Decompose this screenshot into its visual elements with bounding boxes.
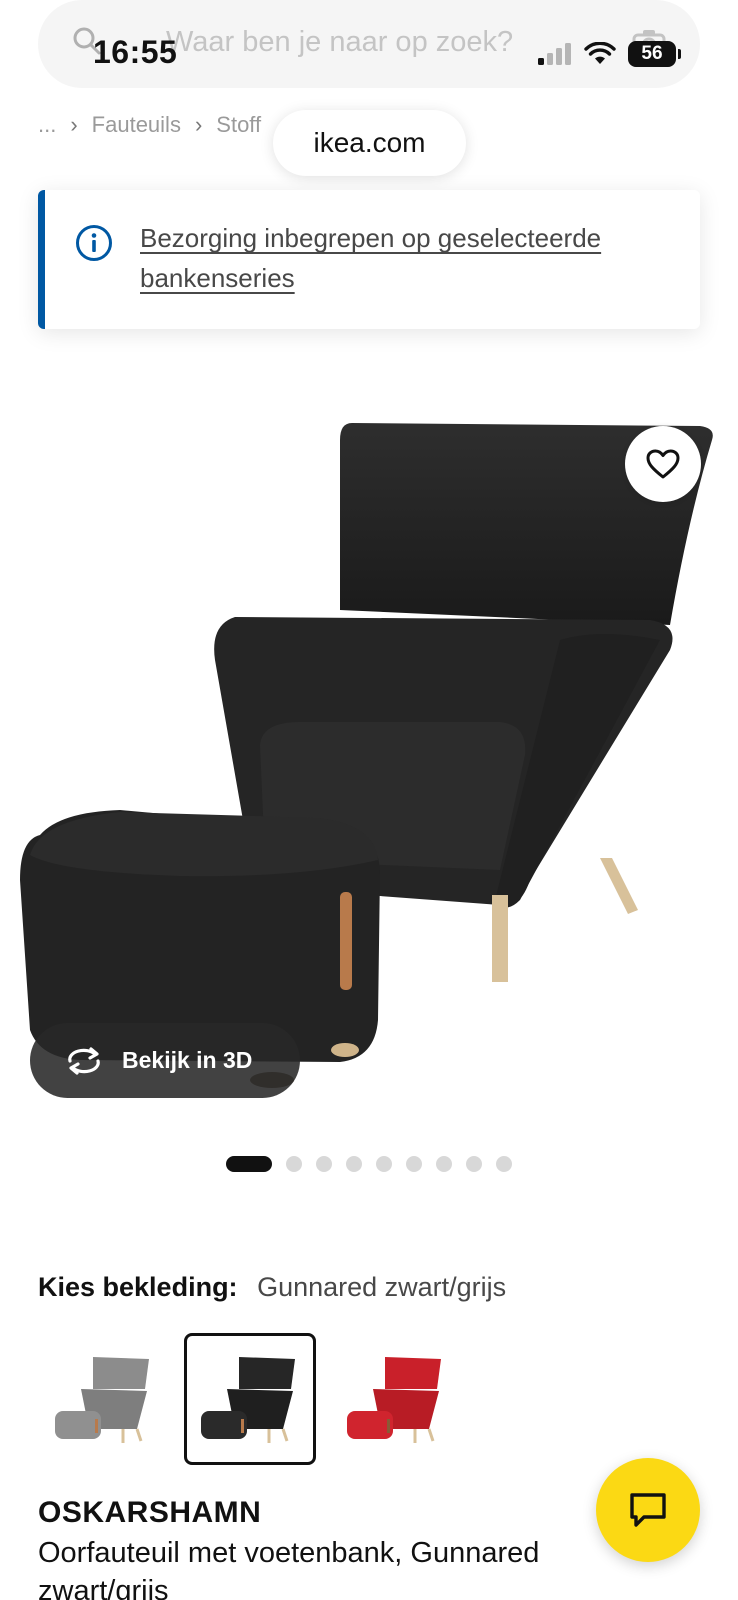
delivery-promo-link[interactable]: Bezorging inbegrepen op geselecteerde ba… (140, 218, 660, 298)
breadcrumb: ... › Fauteuils › Stoff (38, 112, 261, 138)
product-description: Oorfauteuil met voetenbank, Gunnared zwa… (38, 1537, 540, 1600)
chair-thumbnail (201, 1357, 295, 1443)
search-placeholder: Waar ben je naar op zoek? (166, 26, 514, 58)
browser-url-pill[interactable]: ikea.com (273, 110, 466, 176)
upholstery-option-red[interactable] (330, 1333, 462, 1465)
carousel-dot[interactable] (406, 1156, 422, 1172)
chevron-right-icon: › (70, 112, 78, 137)
cellular-signal-icon (538, 43, 571, 65)
breadcrumb-item-stoff[interactable]: Stoff (216, 112, 261, 138)
upholstery-selector-heading: Kies bekleding: Gunnared zwart/grijs (38, 1272, 506, 1303)
upholstery-options (38, 1333, 462, 1465)
carousel-dot[interactable] (496, 1156, 512, 1172)
breadcrumb-item-fauteuils[interactable]: Fauteuils (92, 112, 181, 138)
carousel-dot[interactable] (286, 1156, 302, 1172)
battery-indicator: 56 (628, 41, 681, 67)
info-icon (76, 225, 112, 261)
chat-support-button[interactable] (596, 1458, 700, 1562)
carousel-dot[interactable] (376, 1156, 392, 1172)
wifi-icon (584, 42, 616, 64)
heart-icon (646, 449, 680, 479)
chat-bubble-icon (630, 1493, 666, 1527)
product-name: OSKARSHAMN (38, 1496, 262, 1529)
chair-thumbnail (55, 1357, 149, 1443)
info-banner: Bezorging inbegrepen op geselecteerde ba… (38, 190, 700, 329)
rotate-3d-icon (68, 1046, 100, 1075)
carousel-dot[interactable] (436, 1156, 452, 1172)
add-to-favorites-button[interactable] (625, 426, 701, 502)
carousel-dot[interactable] (316, 1156, 332, 1172)
chevron-right-icon: › (194, 112, 203, 137)
upholstery-option-grey[interactable] (38, 1333, 170, 1465)
view-in-3d-button[interactable]: Bekijk in 3D (30, 1023, 300, 1098)
breadcrumb-item-ellipsis[interactable]: ... (38, 112, 56, 138)
status-icons: 56 (538, 40, 681, 68)
upholstery-label: Kies bekleding: (38, 1272, 238, 1302)
carousel-dot[interactable] (226, 1156, 272, 1172)
image-carousel-dots (226, 1156, 512, 1172)
upholstery-option-black[interactable] (184, 1333, 316, 1465)
chair-thumbnail (347, 1357, 441, 1443)
view-in-3d-label: Bekijk in 3D (122, 1047, 253, 1073)
carousel-dot[interactable] (466, 1156, 482, 1172)
status-time: 16:55 (93, 34, 178, 70)
carousel-dot[interactable] (346, 1156, 362, 1172)
upholstery-selected-value: Gunnared zwart/grijs (257, 1272, 507, 1302)
